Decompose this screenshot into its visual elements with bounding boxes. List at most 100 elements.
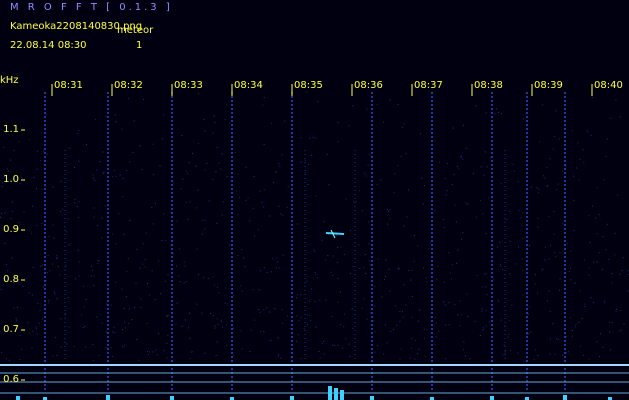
noise-speck <box>207 278 209 279</box>
noise-speck <box>399 358 401 360</box>
noise-speck <box>201 219 203 221</box>
noise-speck <box>546 167 548 169</box>
noise-speck <box>161 240 163 242</box>
noise-speck <box>166 357 168 359</box>
noise-speck <box>216 341 218 343</box>
noise-speck <box>384 324 386 326</box>
noise-speck <box>408 189 410 191</box>
noise-speck <box>65 264 67 266</box>
noise-speck <box>36 188 37 190</box>
noise-speck <box>45 114 47 116</box>
noise-speck <box>102 172 104 174</box>
noise-speck <box>204 130 206 132</box>
noise-speck <box>249 351 251 352</box>
noise-speck <box>511 304 513 306</box>
noise-speck <box>389 218 391 220</box>
noise-speck <box>506 219 508 221</box>
noise-speck <box>500 263 501 265</box>
noise-speck <box>280 357 282 359</box>
x-tick-label: 08:38 <box>474 80 503 91</box>
noise-speck <box>476 275 478 277</box>
noise-speck <box>522 237 524 239</box>
noise-speck <box>214 122 216 124</box>
noise-speck <box>322 343 324 345</box>
noise-speck <box>269 311 271 313</box>
noise-speck <box>149 294 151 296</box>
x-tick-label: 08:35 <box>294 80 323 91</box>
noise-speck <box>445 324 447 326</box>
noise-speck <box>430 130 432 132</box>
noise-speck <box>600 333 601 335</box>
noise-speck <box>550 245 551 246</box>
noise-speck <box>608 259 610 261</box>
noise-speck <box>32 330 34 332</box>
noise-speck <box>312 136 314 138</box>
noise-speck <box>98 354 100 356</box>
noise-speck <box>115 243 117 245</box>
noise-speck <box>103 171 105 173</box>
noise-speck <box>23 211 25 213</box>
noise-speck <box>419 309 421 311</box>
noise-speck <box>31 232 33 234</box>
noise-speck <box>374 286 376 288</box>
noise-speck <box>472 172 474 174</box>
noise-speck <box>167 274 169 276</box>
noise-speck <box>578 179 580 181</box>
noise-speck <box>389 209 391 211</box>
noise-speck <box>581 317 583 319</box>
noise-speck <box>534 349 536 351</box>
noise-speck <box>586 130 588 132</box>
noise-speck <box>377 258 379 260</box>
noise-speck <box>598 252 600 254</box>
noise-speck <box>465 202 467 204</box>
noise-speck <box>451 184 453 186</box>
noise-speck <box>552 323 554 325</box>
noise-speck <box>435 336 437 338</box>
noise-speck <box>21 177 23 178</box>
noise-speck <box>21 348 23 350</box>
x-tick-label: 08:33 <box>174 80 203 91</box>
noise-speck <box>454 204 456 206</box>
noise-speck <box>52 355 54 357</box>
noise-speck <box>111 355 113 357</box>
noise-speck <box>573 229 574 231</box>
noise-speck <box>561 170 563 172</box>
noise-speck <box>364 254 366 255</box>
noise-speck <box>463 349 465 351</box>
noise-speck <box>145 232 147 234</box>
noise-speck <box>31 348 33 349</box>
noise-speck <box>556 338 557 340</box>
noise-speck <box>197 189 199 191</box>
noise-speck <box>300 137 302 139</box>
noise-speck <box>536 187 538 189</box>
noise-speck <box>445 358 446 360</box>
noise-speck <box>605 156 607 157</box>
noise-speck <box>212 132 214 134</box>
noise-speck <box>93 207 95 209</box>
noise-speck <box>96 169 98 171</box>
noise-speck <box>41 223 43 225</box>
noise-speck <box>528 333 530 334</box>
noise-speck <box>270 271 272 273</box>
noise-speck <box>263 206 265 208</box>
noise-speck <box>319 299 321 301</box>
noise-speck <box>488 321 490 323</box>
noise-speck <box>521 224 523 226</box>
noise-speck <box>368 243 370 245</box>
noise-speck <box>115 282 117 283</box>
noise-speck <box>315 195 317 197</box>
noise-speck <box>53 291 55 293</box>
noise-speck <box>212 315 214 317</box>
noise-speck <box>282 254 284 256</box>
noise-speck <box>84 326 86 328</box>
noise-speck <box>115 175 117 177</box>
noise-speck <box>134 307 136 309</box>
noise-speck <box>359 268 361 269</box>
noise-speck <box>588 358 590 360</box>
noise-speck <box>504 353 506 355</box>
noise-speck <box>595 217 597 219</box>
noise-speck <box>504 351 506 353</box>
noise-speck <box>465 355 466 357</box>
noise-speck <box>509 350 511 351</box>
noise-speck <box>5 358 7 360</box>
